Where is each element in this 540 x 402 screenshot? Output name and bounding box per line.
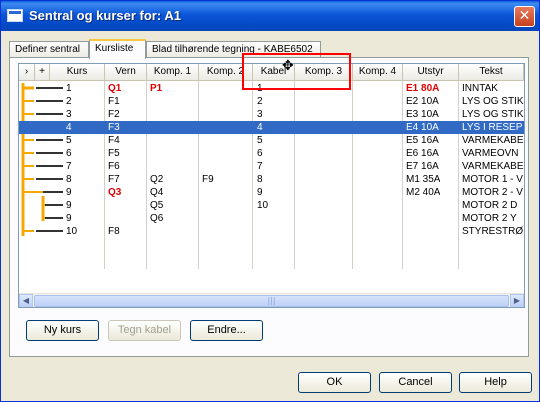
cell-vern: F4 (108, 135, 120, 146)
cell-komp1: Q4 (150, 187, 164, 198)
cell-kurs: 9 (66, 187, 72, 198)
cell-kabel: 9 (257, 187, 263, 198)
col-header-expand[interactable]: › (19, 64, 35, 81)
cell-utstyr: M2 40A (406, 187, 441, 198)
cell-kabel: 6 (257, 148, 263, 159)
col-header-utstyr[interactable]: Utstyr (403, 64, 459, 81)
cell-kurs: 1 (66, 83, 72, 94)
help-button[interactable]: Help (459, 372, 532, 393)
cell-komp1: Q6 (150, 213, 164, 224)
cell-utstyr: E3 10A (406, 109, 439, 120)
cell-kurs: 9 (66, 200, 72, 211)
scroll-thumb[interactable]: ||| (34, 295, 509, 307)
cell-kabel: 7 (257, 161, 263, 172)
cell-kurs: 6 (66, 148, 72, 159)
cell-komp1: P1 (150, 83, 163, 94)
cell-tekst: VARMEKABE (462, 135, 524, 146)
cell-vern: Q3 (108, 187, 122, 198)
cell-kurs: 3 (66, 109, 72, 120)
cell-vern: Q1 (108, 83, 122, 94)
cell-vern: F7 (108, 174, 120, 185)
table-row[interactable]: 8 F7 Q2 F9 8 M1 35A MOTOR 1 - V (19, 173, 524, 186)
scroll-right-button[interactable]: ▶ (510, 294, 524, 307)
cell-utstyr: E6 16A (406, 148, 439, 159)
col-header-komp4[interactable]: Komp. 4 (353, 64, 403, 81)
cell-tekst: MOTOR 2 D (462, 200, 518, 211)
cell-kurs: 9 (66, 213, 72, 224)
cell-tekst: LYS OG STIK (462, 96, 524, 107)
col-header-tekst[interactable]: Tekst (459, 64, 524, 81)
cell-vern: F3 (108, 122, 120, 133)
table-row[interactable]: 7 F6 7 E7 16A VARMEKABE (19, 160, 524, 173)
close-button[interactable]: ✕ (514, 6, 535, 27)
cell-vern: F6 (108, 161, 120, 172)
table-row[interactable]: 6 F5 6 E6 16A VARMEOVN (19, 147, 524, 160)
scroll-left-button[interactable]: ◀ (19, 294, 33, 307)
cell-komp1: Q2 (150, 174, 164, 185)
cell-kabel: 2 (257, 96, 263, 107)
table-row[interactable]: 9 Q3 Q4 9 M2 40A MOTOR 2 - V (19, 186, 524, 199)
col-header-komp1[interactable]: Komp. 1 (147, 64, 199, 81)
cell-tekst: MOTOR 2 Y (462, 213, 517, 224)
cell-kurs: 4 (66, 122, 72, 133)
cell-vern: F5 (108, 148, 120, 159)
table-row[interactable]: 9 Q5 10 MOTOR 2 D (19, 199, 524, 212)
cell-tekst: MOTOR 1 - V (462, 174, 523, 185)
cell-kabel: 10 (257, 200, 269, 211)
cell-tekst: MOTOR 2 - V (462, 187, 523, 198)
col-header-kurs[interactable]: Kurs (50, 64, 105, 81)
cell-kabel: 5 (257, 135, 263, 146)
highlight-annotation-box (242, 53, 351, 90)
title-bar[interactable]: Sentral og kurser for: A1 ✕ (1, 1, 539, 31)
cell-tekst: INNTAK (462, 83, 498, 94)
table-row[interactable]: 2 F1 2 E2 10A LYS OG STIK (19, 95, 524, 108)
table-row[interactable]: 5 F4 5 E5 16A VARMEKABE (19, 134, 524, 147)
cell-kurs: 2 (66, 96, 72, 107)
window-icon (7, 9, 23, 22)
cell-kurs: 10 (66, 226, 78, 237)
window-title: Sentral og kurser for: A1 (29, 8, 181, 23)
table-row[interactable]: 9 Q6 MOTOR 2 Y (19, 212, 524, 225)
cell-vern: F2 (108, 109, 120, 120)
cell-kurs: 8 (66, 174, 72, 185)
cell-tekst: LYS OG STIK (462, 109, 524, 120)
ok-button[interactable]: OK (298, 372, 371, 393)
kursliste-panel: › + Kurs Vern Komp. 1 Komp. 2 Kabel Komp… (9, 57, 529, 357)
cell-kurs: 7 (66, 161, 72, 172)
cell-tekst: VARMEOVN (462, 148, 519, 159)
cell-utstyr: E1 80A (406, 83, 440, 94)
horizontal-scrollbar[interactable]: ◀ ||| ▶ (19, 293, 524, 307)
cell-kabel: 4 (257, 122, 263, 133)
cell-utstyr: E4 10A (406, 122, 439, 133)
col-header-vern[interactable]: Vern (105, 64, 147, 81)
endre-button[interactable]: Endre... (190, 320, 263, 341)
cell-kabel: 8 (257, 174, 263, 185)
cell-kurs: 5 (66, 135, 72, 146)
ny-kurs-button[interactable]: Ny kurs (26, 320, 99, 341)
dialog-window: Sentral og kurser for: A1 ✕ Definer sent… (0, 0, 540, 402)
cell-kabel: 3 (257, 109, 263, 120)
table-row[interactable]: 3 F2 3 E3 10A LYS OG STIK (19, 108, 524, 121)
table-row-selected[interactable]: 4 F3 4 E4 10A LYS I RESEP (19, 121, 524, 134)
kurs-grid[interactable]: › + Kurs Vern Komp. 1 Komp. 2 Kabel Komp… (18, 63, 525, 308)
tab-kursliste[interactable]: Kursliste (89, 39, 146, 59)
cell-utstyr: E7 16A (406, 161, 439, 172)
resize-cursor-icon: ✥ (282, 58, 294, 74)
cell-vern: F8 (108, 226, 120, 237)
cell-tekst: LYS I RESEP (462, 122, 523, 133)
cell-tekst: STYRESTRØ (462, 226, 524, 237)
tegn-kabel-button[interactable]: Tegn kabel (108, 320, 181, 341)
cell-utstyr: E2 10A (406, 96, 439, 107)
table-row[interactable]: 10 F8 STYRESTRØ (19, 225, 524, 238)
cell-vern: F1 (108, 96, 120, 107)
cell-utstyr: M1 35A (406, 174, 441, 185)
tab-definer-sentral[interactable]: Definer sentral (9, 41, 89, 57)
col-header-add[interactable]: + (35, 64, 50, 81)
cancel-button[interactable]: Cancel (379, 372, 452, 393)
cell-tekst: VARMEKABE (462, 161, 524, 172)
cell-komp1: Q5 (150, 200, 164, 211)
cell-komp2: F9 (202, 174, 214, 185)
cell-utstyr: E5 16A (406, 135, 439, 146)
